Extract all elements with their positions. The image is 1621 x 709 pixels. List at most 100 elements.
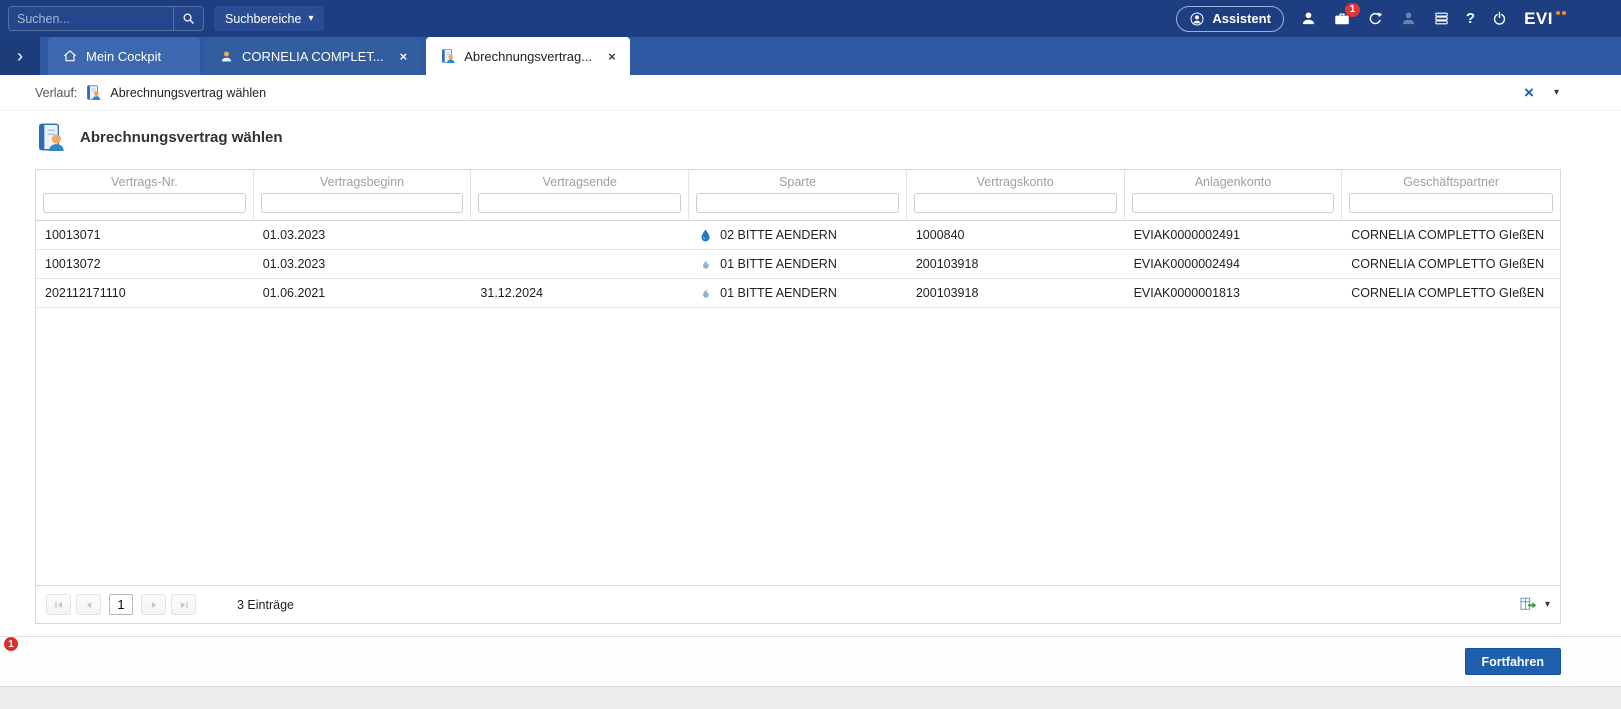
- cell-vertragskonto: 200103918: [907, 286, 1125, 300]
- app-logo-text: EVI: [1524, 9, 1553, 29]
- page-header: Abrechnungsvertrag wählen: [0, 111, 1621, 169]
- tab-abrechnungsvertrag[interactable]: Abrechnungsvertrag... ×: [426, 37, 630, 75]
- table-header: Vertrags-Nr. Vertragsbeginn Vertragsende…: [36, 170, 1560, 221]
- pagination-bar: 3 Einträge ▾: [36, 585, 1560, 623]
- column-header-geschaeftspartner[interactable]: Geschäftspartner: [1342, 170, 1560, 220]
- page-number-input[interactable]: [109, 594, 133, 615]
- cell-vertragsende: 31.12.2024: [471, 286, 689, 300]
- chevron-down-icon: ▾: [308, 14, 313, 24]
- redo-arrow-icon: [1367, 10, 1384, 27]
- global-search: [8, 6, 204, 31]
- last-page-button[interactable]: [171, 594, 196, 615]
- filter-vertragskonto[interactable]: [914, 193, 1117, 213]
- filter-geschaeftspartner[interactable]: [1349, 193, 1553, 213]
- main-content: Verlauf: Abrechnungsvertrag wählen × ▾ A…: [0, 75, 1621, 709]
- tab-overflow-button[interactable]: ›: [0, 37, 40, 75]
- page-title: Abrechnungsvertrag wählen: [80, 129, 283, 146]
- tab-label: Mein Cockpit: [86, 49, 161, 64]
- logo-dots-icon: [1556, 11, 1566, 15]
- search-scope-label: Suchbereiche: [225, 12, 301, 26]
- action-footer: Fortfahren: [0, 636, 1621, 686]
- cell-geschaeftspartner: CORNELIA COMPLETTO GIeßEN: [1342, 286, 1560, 300]
- topbar: Suchbereiche ▾ Assistent 1: [0, 0, 1621, 37]
- gas-flame-icon: [698, 257, 713, 272]
- tab-label: Abrechnungsvertrag...: [464, 49, 592, 64]
- logout-button[interactable]: [1491, 10, 1508, 27]
- cell-vertrags-nr: 202112171110: [36, 286, 254, 300]
- page-icon: [35, 121, 67, 153]
- assistant-button[interactable]: Assistent: [1176, 6, 1284, 32]
- help-icon: ?: [1466, 10, 1475, 27]
- help-button[interactable]: ?: [1466, 10, 1475, 27]
- chevron-down-icon[interactable]: ▾: [1545, 599, 1550, 610]
- close-icon[interactable]: ×: [608, 49, 616, 64]
- table-row[interactable]: 10013071 01.03.2023 02 BITTE AENDERN 100…: [36, 221, 1560, 250]
- gas-flame-icon: [698, 286, 713, 301]
- cell-vertragsbeginn: 01.06.2021: [254, 286, 472, 300]
- home-icon: [62, 48, 78, 64]
- topbar-actions: Assistent 1 ?: [1176, 6, 1566, 32]
- next-page-icon: [148, 599, 160, 611]
- table-empty-area: [36, 308, 1560, 585]
- close-view-icon[interactable]: ×: [1524, 84, 1534, 101]
- message-count-badge[interactable]: 1: [3, 636, 19, 652]
- assistant-label: Assistent: [1212, 11, 1271, 26]
- continue-button[interactable]: Fortfahren: [1465, 648, 1562, 675]
- close-icon[interactable]: ×: [400, 49, 408, 64]
- filter-sparte[interactable]: [696, 193, 899, 213]
- search-input[interactable]: [9, 7, 173, 30]
- cell-vertragskonto: 1000840: [907, 228, 1125, 242]
- filter-vertragsbeginn[interactable]: [261, 193, 464, 213]
- tab-mein-cockpit[interactable]: Mein Cockpit: [48, 37, 200, 75]
- assistant-icon: [1189, 11, 1205, 27]
- cell-vertrags-nr: 10013072: [36, 257, 254, 271]
- filter-vertrags-nr[interactable]: [43, 193, 246, 213]
- contract-icon: [85, 84, 102, 101]
- filter-anlagenkonto[interactable]: [1132, 193, 1335, 213]
- export-icon: [1519, 595, 1538, 614]
- cell-anlagenkonto: EVIAK0000002491: [1125, 228, 1343, 242]
- column-header-anlagenkonto[interactable]: Anlagenkonto: [1125, 170, 1343, 220]
- history-entry-link[interactable]: Abrechnungsvertrag wählen: [110, 86, 266, 100]
- first-page-button[interactable]: [46, 594, 71, 615]
- column-header-sparte[interactable]: Sparte: [689, 170, 907, 220]
- column-header-vertragsbeginn[interactable]: Vertragsbeginn: [254, 170, 472, 220]
- prev-page-button[interactable]: [76, 594, 101, 615]
- contracts-table: Vertrags-Nr. Vertragsbeginn Vertragsende…: [35, 169, 1561, 624]
- cell-anlagenkonto: EVIAK0000002494: [1125, 257, 1343, 271]
- search-button[interactable]: [173, 7, 203, 30]
- list-icon: [1433, 10, 1450, 27]
- chevron-down-icon[interactable]: ▾: [1554, 87, 1559, 98]
- first-page-icon: [53, 599, 65, 611]
- prev-page-icon: [83, 599, 95, 611]
- export-button[interactable]: [1519, 595, 1538, 614]
- cell-sparte: 01 BITTE AENDERN: [689, 257, 907, 272]
- partner-icon: [219, 49, 234, 64]
- column-header-vertragsende[interactable]: Vertragsende: [471, 170, 689, 220]
- user-icon: [1300, 10, 1317, 27]
- next-page-button[interactable]: [141, 594, 166, 615]
- redo-button[interactable]: [1367, 10, 1384, 27]
- app-logo: EVI: [1524, 9, 1566, 29]
- user-button[interactable]: [1300, 10, 1317, 27]
- column-header-vertrags-nr[interactable]: Vertrags-Nr.: [36, 170, 254, 220]
- search-scope-button[interactable]: Suchbereiche ▾: [214, 6, 324, 31]
- list-button[interactable]: [1433, 10, 1450, 27]
- column-header-vertragskonto[interactable]: Vertragskonto: [907, 170, 1125, 220]
- notification-badge: 1: [1345, 3, 1360, 17]
- table-row[interactable]: 10013072 01.03.2023 01 BITTE AENDERN 200…: [36, 250, 1560, 279]
- history-breadcrumb: Verlauf: Abrechnungsvertrag wählen × ▾: [0, 75, 1621, 111]
- tasks-button[interactable]: 1: [1333, 10, 1351, 28]
- last-page-icon: [178, 599, 190, 611]
- cell-vertragsbeginn: 01.03.2023: [254, 257, 472, 271]
- table-row[interactable]: 202112171110 01.06.2021 31.12.2024 01 BI…: [36, 279, 1560, 308]
- history-label: Verlauf:: [35, 86, 77, 100]
- tab-cornelia-completto[interactable]: CORNELIA COMPLET... ×: [205, 37, 421, 75]
- user-settings-button[interactable]: [1400, 10, 1417, 27]
- chevron-right-icon: ›: [17, 46, 23, 67]
- app-window: Suchbereiche ▾ Assistent 1: [0, 0, 1621, 709]
- user-settings-icon: [1400, 10, 1417, 27]
- cell-anlagenkonto: EVIAK0000001813: [1125, 286, 1343, 300]
- tab-label: CORNELIA COMPLET...: [242, 49, 384, 64]
- filter-vertragsende[interactable]: [478, 193, 681, 213]
